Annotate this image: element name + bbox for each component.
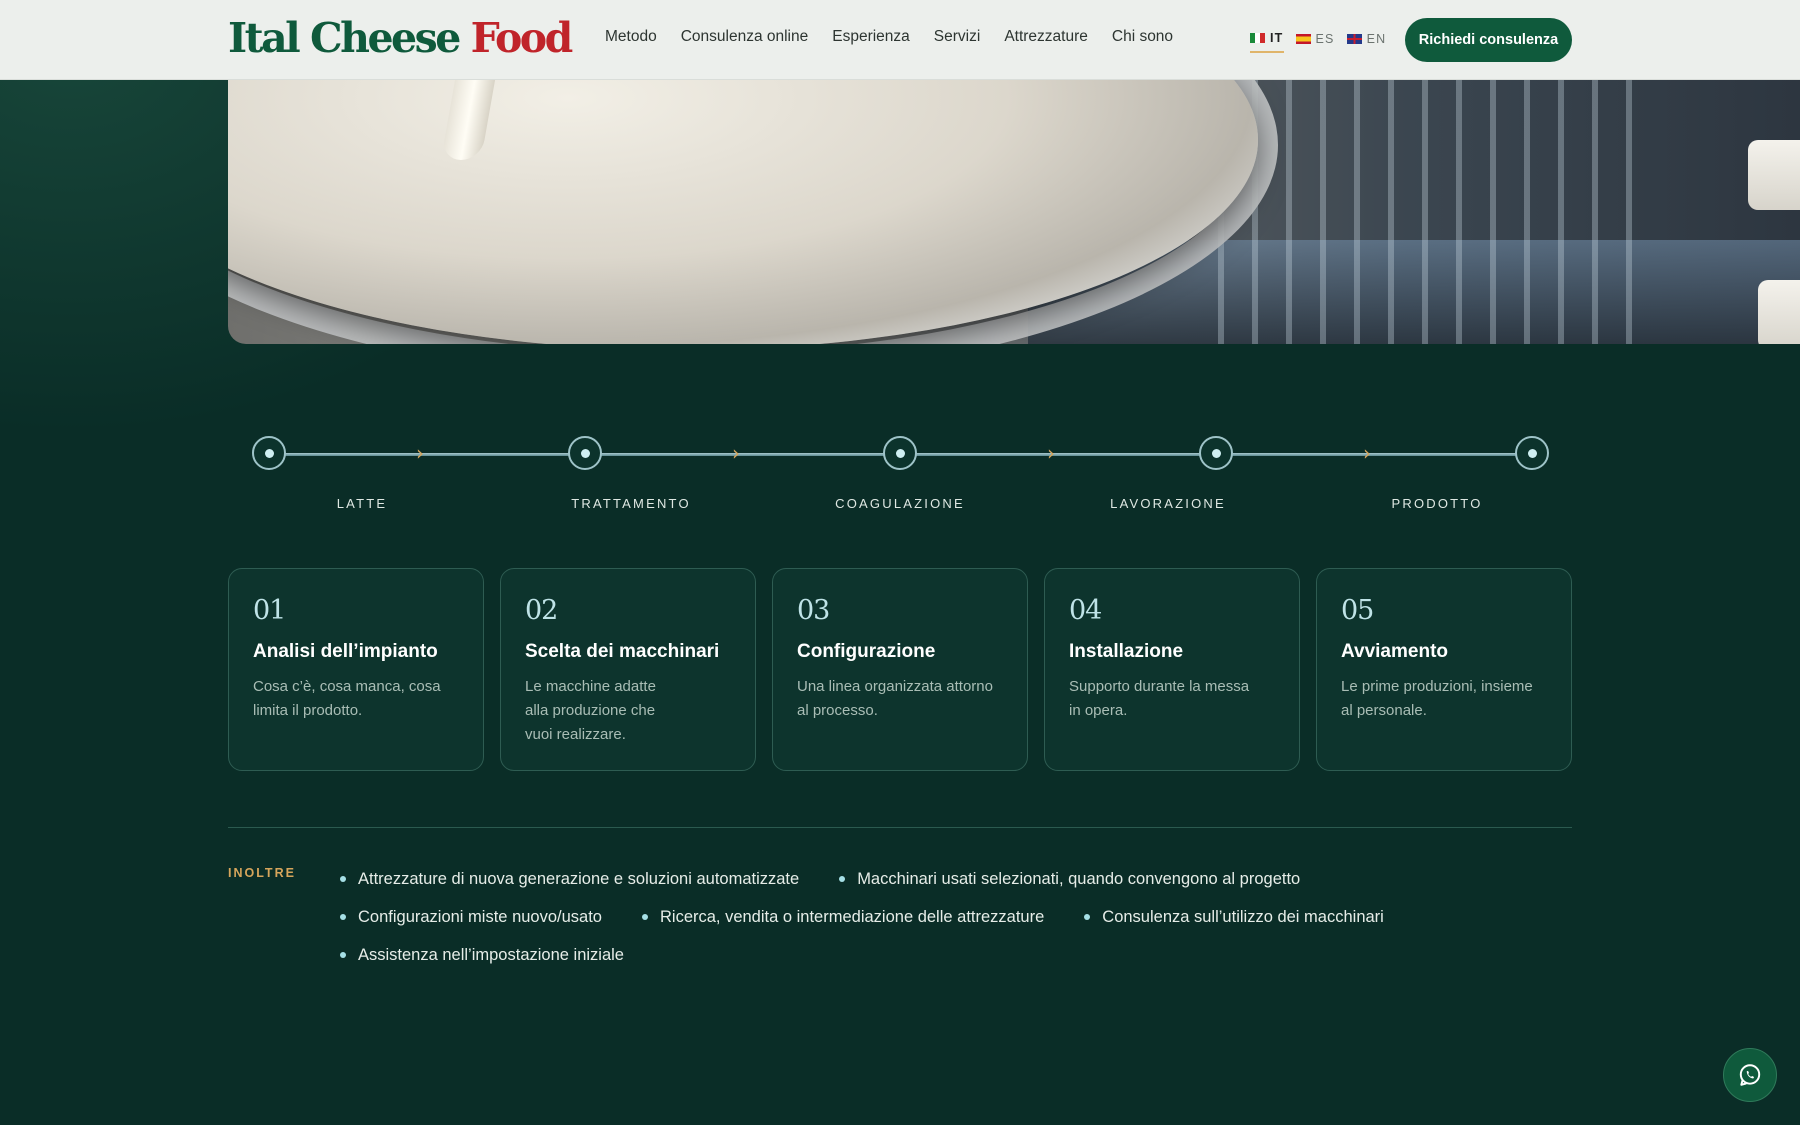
extras-row: Assistenza nell’impostazione iniziale <box>340 936 1590 974</box>
step-card-text: Una linea organizzata attorno al process… <box>797 678 993 719</box>
list-item-text: Consulenza sull’utilizzo dei macchinari <box>1102 907 1384 926</box>
hero-cheese-wheel <box>1758 280 1800 344</box>
hero-cheese-wheel <box>1748 140 1800 210</box>
timeline-node <box>1515 436 1549 470</box>
language-en-label: EN <box>1366 32 1387 46</box>
arrow-right-icon: › <box>416 441 424 465</box>
bullet-icon <box>839 876 846 882</box>
extras-row: Attrezzature di nuova generazione e solu… <box>340 860 1590 898</box>
step-card: 03 Configurazione Una linea organizzata … <box>772 568 1028 771</box>
step-card-text: Supporto durante la messa in opera. <box>1069 678 1250 719</box>
language-es[interactable]: ES <box>1295 31 1335 53</box>
logo-text-accent: Food <box>470 14 574 62</box>
step-card-number: 02 <box>525 595 558 626</box>
list-item-text: Assistenza nell’impostazione iniziale <box>358 945 624 964</box>
main-nav: Metodo Consulenza online Esperienza Serv… <box>605 28 1173 46</box>
step-card-text: Le prime produzioni, insieme al personal… <box>1341 678 1533 719</box>
section-divider <box>228 827 1572 828</box>
flag-es-icon <box>1295 34 1311 44</box>
bullet-icon <box>641 914 648 920</box>
list-item-text: Macchinari usati selezionati, quando con… <box>857 869 1301 888</box>
arrow-right-icon: › <box>1047 441 1055 465</box>
list-item: Attrezzature di nuova generazione e solu… <box>340 870 799 889</box>
step-card: 05 Avviamento Le prime produzioni, insie… <box>1316 568 1572 771</box>
language-es-label: ES <box>1315 32 1335 46</box>
step-card-title: Installazione <box>1069 641 1184 662</box>
logo-text-main: Ital Cheese <box>228 14 461 62</box>
hero-pipes <box>1218 80 1638 344</box>
timeline-node <box>252 436 286 470</box>
arrow-right-icon: › <box>1363 441 1371 465</box>
step-label-latte: LATTE <box>336 496 388 511</box>
hero-image-cheese-factory <box>228 80 1800 344</box>
step-card-text: Cosa c’è, cosa manca, cosa limita il pro… <box>253 678 441 719</box>
step-card-number: 01 <box>253 595 286 626</box>
timeline-node <box>883 436 917 470</box>
nav-link-servizi[interactable]: Servizi <box>934 28 981 46</box>
step-card-text: Le macchine adatte alla produzione che v… <box>525 678 656 743</box>
flag-it-icon <box>1250 33 1265 43</box>
flag-en-icon <box>1346 34 1362 44</box>
bullet-icon <box>1084 914 1091 920</box>
language-it[interactable]: IT <box>1250 31 1284 53</box>
list-item: Assistenza nell’impostazione iniziale <box>340 946 624 965</box>
step-card-number: 05 <box>1341 595 1374 626</box>
bullet-icon <box>340 876 346 882</box>
extras-list: Attrezzature di nuova generazione e solu… <box>340 860 1590 974</box>
timeline-node <box>1199 436 1233 470</box>
language-it-label: IT <box>1270 31 1284 45</box>
request-consultation-button[interactable]: Richiedi consulenza <box>1405 18 1572 62</box>
whatsapp-icon <box>1739 1064 1761 1086</box>
list-item: Macchinari usati selezionati, quando con… <box>839 870 1300 889</box>
step-label-coagulazione: COAGULAZIONE <box>835 496 965 511</box>
extras-row: Configurazioni miste nuovo/usato Ricerca… <box>340 898 1590 936</box>
step-card: 01 Analisi dell’impianto Cosa c’è, cosa … <box>228 568 484 771</box>
list-item: Configurazioni miste nuovo/usato <box>340 908 602 927</box>
arrow-right-icon: › <box>732 441 740 465</box>
site-header: Ital Cheese Food Metodo Consulenza onlin… <box>0 0 1800 80</box>
nav-link-chi-sono[interactable]: Chi sono <box>1112 28 1173 46</box>
nav-link-esperienza[interactable]: Esperienza <box>832 28 910 46</box>
service-steps-cards: 01 Analisi dell’impianto Cosa c’è, cosa … <box>228 568 1572 771</box>
bullet-icon <box>340 914 346 920</box>
step-card-title: Scelta dei macchinari <box>525 641 720 662</box>
site-logo[interactable]: Ital Cheese Food <box>228 14 574 62</box>
bullet-icon <box>340 952 346 958</box>
extras-label: INOLTRE <box>228 866 296 880</box>
step-card-title: Analisi dell’impianto <box>253 641 438 662</box>
step-label-trattamento: TRATTAMENTO <box>571 496 691 511</box>
list-item-text: Configurazioni miste nuovo/usato <box>358 907 602 926</box>
step-label-prodotto: PRODOTTO <box>1391 496 1483 511</box>
step-card: 02 Scelta dei macchinari Le macchine ada… <box>500 568 756 771</box>
list-item: Consulenza sull’utilizzo dei macchinari <box>1084 908 1384 927</box>
nav-link-metodo[interactable]: Metodo <box>605 28 657 46</box>
language-en[interactable]: EN <box>1346 31 1387 53</box>
list-item-text: Attrezzature di nuova generazione e solu… <box>358 869 800 888</box>
language-switcher: IT ES EN <box>1250 31 1386 53</box>
list-item-text: Ricerca, vendita o intermediazione delle… <box>659 907 1045 926</box>
step-card-number: 03 <box>797 595 830 626</box>
process-timeline: › › › › <box>252 436 1549 472</box>
list-item: Ricerca, vendita o intermediazione delle… <box>641 907 1045 927</box>
step-card: 04 Installazione Supporto durante la mes… <box>1044 568 1300 771</box>
step-card-number: 04 <box>1069 595 1102 626</box>
timeline-node <box>568 436 602 470</box>
step-card-title: Avviamento <box>1341 641 1448 662</box>
step-card-title: Configurazione <box>797 641 936 662</box>
whatsapp-button[interactable] <box>1723 1048 1777 1102</box>
step-label-lavorazione: LAVORAZIONE <box>1110 496 1226 511</box>
nav-link-consulenza-online[interactable]: Consulenza online <box>681 28 809 46</box>
nav-link-attrezzature[interactable]: Attrezzature <box>1004 28 1088 46</box>
